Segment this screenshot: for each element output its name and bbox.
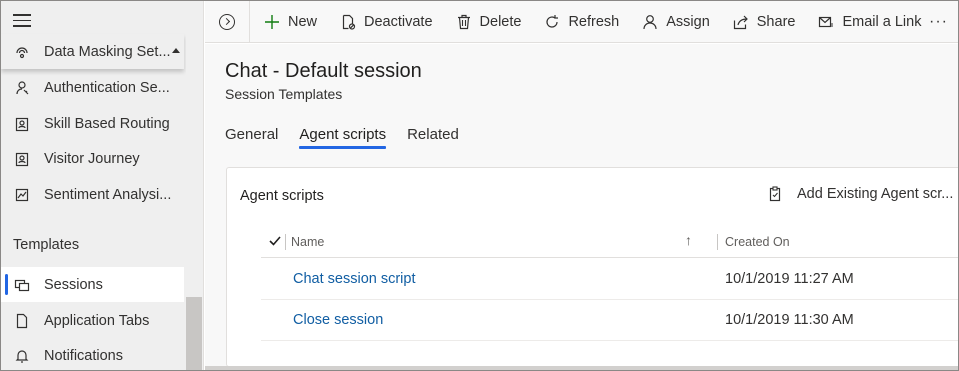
tab-related[interactable]: Related (407, 126, 459, 149)
new-label: New (288, 13, 318, 30)
add-existing-label: Add Existing Agent scr... (797, 186, 954, 202)
agent-scripts-subgrid: Agent scripts Add Existing Agent scr... … (226, 167, 958, 367)
page-subtitle: Session Templates (225, 86, 343, 102)
new-button[interactable]: New (264, 14, 317, 30)
application-tabs-icon (14, 313, 30, 329)
assign-label: Assign (666, 13, 710, 30)
sitemap-sidebar: Data Masking Set... Authentication Se...… (1, 1, 204, 370)
notifications-icon (14, 348, 30, 364)
collapse-caret-icon[interactable] (172, 48, 180, 53)
refresh-icon (544, 14, 560, 30)
sidebar-item-label: Visitor Journey (44, 150, 140, 167)
tab-agent-scripts[interactable]: Agent scripts (299, 126, 386, 149)
more-commands-icon[interactable]: ··· (929, 13, 948, 31)
form-tabs: General Agent scripts Related (225, 126, 480, 149)
command-divider (249, 1, 250, 43)
visitor-journey-icon (14, 151, 30, 167)
sidebar-item-label: Application Tabs (44, 312, 150, 329)
tab-general[interactable]: General (225, 126, 278, 149)
column-header-name[interactable]: Name (291, 235, 324, 249)
row-created-on: 10/1/2019 11:27 AM (725, 271, 854, 287)
person-icon (642, 14, 658, 30)
deactivate-icon (340, 14, 356, 30)
sidebar-item-label: Sentiment Analysi... (44, 186, 172, 203)
column-separator (717, 234, 718, 250)
clipboard-icon (767, 186, 783, 202)
sidebar-item-notifications[interactable]: Notifications (1, 338, 184, 370)
sidebar-item-authentication[interactable]: Authentication Se... (1, 70, 184, 105)
assign-button[interactable]: Assign (642, 14, 710, 30)
data-masking-icon (14, 44, 30, 60)
delete-label: Delete (479, 13, 522, 30)
refresh-label: Refresh (568, 13, 620, 30)
sidebar-item-label: Authentication Se... (44, 79, 170, 96)
delete-button[interactable]: Delete (456, 13, 522, 30)
skill-routing-icon (14, 116, 30, 132)
select-all-checkmark-icon[interactable] (269, 235, 281, 246)
sidebar-item-label: Notifications (44, 347, 123, 364)
row-created-on: 10/1/2019 11:30 AM (725, 312, 854, 328)
deactivate-button[interactable]: Deactivate (340, 14, 433, 30)
subgrid-title: Agent scripts (240, 188, 324, 204)
plus-icon (264, 14, 280, 30)
sidebar-item-sentiment[interactable]: Sentiment Analysi... (1, 177, 184, 212)
table-row[interactable]: Chat session script 10/1/2019 11:27 AM (261, 259, 958, 300)
trash-icon (456, 14, 472, 30)
email-link-label: Email a Link (842, 13, 922, 30)
share-button[interactable]: Share (733, 13, 796, 30)
column-header-created-on[interactable]: Created On (725, 235, 790, 249)
sidebar-item-label: Sessions (44, 276, 103, 293)
sidebar-scrollbar-thumb[interactable] (186, 297, 202, 370)
sort-ascending-icon[interactable]: ↑ (685, 232, 692, 248)
table-row[interactable]: Close session 10/1/2019 11:30 AM (261, 300, 958, 341)
sidebar-item-sessions[interactable]: Sessions (1, 267, 184, 302)
grid-header: Name ↑ Created On (261, 226, 958, 258)
back-arrow-icon[interactable] (219, 13, 235, 30)
hamburger-menu-icon[interactable] (13, 14, 31, 28)
email-link-icon (818, 14, 834, 30)
sidebar-item-application-tabs[interactable]: Application Tabs (1, 303, 184, 338)
page-title: Chat - Default session (225, 60, 422, 82)
sidebar-item-label: Skill Based Routing (44, 115, 170, 132)
sidebar-item-skill-routing[interactable]: Skill Based Routing (1, 106, 184, 141)
sessions-icon (14, 277, 30, 293)
refresh-button[interactable]: Refresh (544, 14, 619, 30)
share-label: Share (756, 13, 796, 30)
sentiment-icon (14, 187, 30, 203)
row-name-link[interactable]: Chat session script (293, 271, 416, 287)
sidebar-item-data-masking[interactable]: Data Masking Set... (1, 34, 184, 69)
horizontal-scrollbar[interactable] (205, 366, 958, 370)
email-link-button[interactable]: Email a Link (818, 14, 921, 30)
command-bar: New Deactivate Delete Refresh Assign Sha… (205, 1, 958, 43)
column-separator (285, 234, 286, 250)
share-icon (733, 14, 749, 30)
deactivate-label: Deactivate (364, 13, 433, 30)
app-frame: Data Masking Set... Authentication Se...… (0, 0, 959, 371)
sidebar-item-visitor-journey[interactable]: Visitor Journey (1, 141, 184, 176)
sidebar-item-label: Data Masking Set... (44, 43, 171, 60)
authentication-icon (14, 80, 30, 96)
add-existing-agent-script-button[interactable]: Add Existing Agent scr... (767, 186, 953, 202)
row-name-link[interactable]: Close session (293, 312, 383, 328)
form-area: Chat - Default session Session Templates… (205, 44, 958, 370)
sidebar-section-templates: Templates (13, 237, 80, 253)
